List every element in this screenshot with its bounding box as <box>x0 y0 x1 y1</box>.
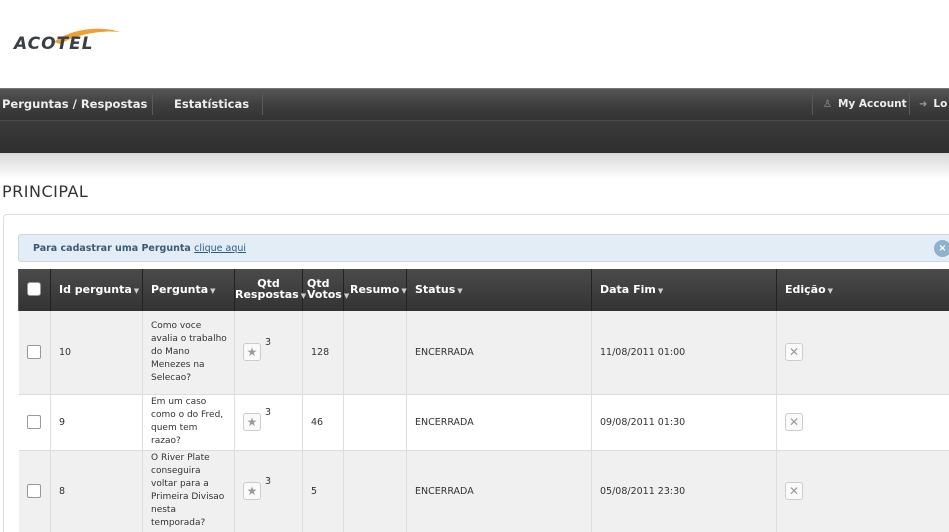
col-resumo-label: Resumo <box>350 282 400 296</box>
my-account-label: My Account <box>837 98 907 110</box>
cell-respostas: ★3 <box>234 311 303 395</box>
header-shadow <box>0 153 949 179</box>
col-data-fim-label: Data Fim <box>600 282 656 296</box>
cell-resumo <box>343 450 407 532</box>
delete-icon[interactable]: ✕ <box>785 413 803 431</box>
logo-text: ACOTEL <box>14 34 94 54</box>
cell-status: ENCERRADA <box>406 394 592 451</box>
questions-table: Id pergunta ▼ Pergunta ▼ Qtd Respostas ▼ Qtd… <box>18 269 949 532</box>
cell-id: 10 <box>50 311 143 395</box>
col-pergunta-label: Pergunta <box>151 282 209 296</box>
row-checkbox[interactable] <box>26 415 41 429</box>
cell-data-fim: 05/08/2011 23:30 <box>591 450 777 532</box>
sort-arrow-icon: ▼ <box>657 286 664 295</box>
col-qtd-respostas[interactable]: Qtd Respostas ▼ <box>234 269 307 311</box>
row-select-cell <box>18 450 51 532</box>
col-qtd-votos-line2: Votos <box>307 288 342 301</box>
table-row: 8 O River Plate conseguira voltar para a… <box>18 450 949 532</box>
star-icon[interactable]: ★ <box>243 413 261 431</box>
logout-link[interactable]: ➜ Lo <box>919 89 947 120</box>
cell-edicao: ✕ <box>776 450 949 532</box>
row-select-cell <box>18 311 51 395</box>
user-icon: ♙ <box>823 99 832 110</box>
table-row: 10 Como voce avalia o trabalho do Mano M… <box>18 311 949 395</box>
cell-pergunta: Como voce avalia o trabalho do Mano Mene… <box>142 311 235 395</box>
sort-arrow-icon: ▼ <box>300 292 307 300</box>
col-status[interactable]: Status ▼ <box>406 269 592 311</box>
col-qtd-votos[interactable]: Qtd Votos ▼ <box>302 269 349 311</box>
cell-id: 8 <box>50 450 143 532</box>
cell-edicao: ✕ <box>776 394 949 451</box>
notice-link[interactable]: clique aqui <box>194 243 246 254</box>
nav-separator <box>909 93 910 115</box>
info-notice: Para cadastrar uma Pergunta clique aqui <box>18 234 949 262</box>
sort-arrow-icon: ▼ <box>827 286 834 295</box>
cell-pergunta: O River Plate conseguira voltar para a P… <box>142 450 235 532</box>
col-edicao[interactable]: Edição ▼ <box>776 269 949 311</box>
cell-votos: 128 <box>302 311 344 395</box>
sort-arrow-icon: ▼ <box>343 292 350 300</box>
sort-arrow-icon: ▼ <box>133 286 140 295</box>
top-navbar: Perguntas / Respostas Estatísticas ♙ My A… <box>0 88 949 120</box>
cell-votos: 46 <box>302 394 344 451</box>
select-all-checkbox[interactable] <box>27 282 41 296</box>
nav-separator <box>812 93 813 115</box>
cell-resumo <box>343 394 407 451</box>
cell-respostas: ★3 <box>234 450 303 532</box>
my-account-link[interactable]: ♙ My Account <box>823 89 907 120</box>
respostas-count: 3 <box>265 407 272 418</box>
row-select-cell <box>18 394 51 451</box>
cell-id: 9 <box>50 394 143 451</box>
delete-icon[interactable]: ✕ <box>785 482 803 500</box>
cell-status: ENCERRADA <box>406 311 592 395</box>
acotel-logo: ACOTEL <box>14 26 124 56</box>
col-qtd-resp-line2: Respostas <box>235 288 299 301</box>
star-icon[interactable]: ★ <box>243 482 261 500</box>
sort-arrow-icon: ▼ <box>457 286 463 295</box>
page-title: PRINCIPAL <box>2 182 89 201</box>
cell-status: ENCERRADA <box>406 450 592 532</box>
cell-data-fim: 11/08/2011 01:00 <box>591 311 777 395</box>
sub-navbar <box>0 120 949 153</box>
respostas-count: 3 <box>265 476 272 487</box>
logout-label: Lo <box>933 98 948 110</box>
close-icon[interactable]: × <box>934 240 949 257</box>
col-id-label: Id pergunta <box>59 282 132 296</box>
row-checkbox[interactable] <box>26 484 41 498</box>
cell-data-fim: 09/08/2011 01:30 <box>591 394 777 451</box>
col-edicao-label: Edição <box>785 282 826 296</box>
table-header-row: Id pergunta ▼ Pergunta ▼ Qtd Respostas ▼ Qtd… <box>18 269 949 311</box>
logout-arrow-icon: ➜ <box>919 99 928 110</box>
col-data-fim[interactable]: Data Fim ▼ <box>591 269 777 311</box>
cell-respostas: ★3 <box>234 394 303 451</box>
row-checkbox[interactable] <box>26 345 41 360</box>
respostas-count: 3 <box>265 337 272 349</box>
star-icon[interactable]: ★ <box>243 343 261 362</box>
cell-pergunta: Em um caso como o do Fred, quem tem raza… <box>142 394 235 451</box>
select-all-header <box>18 269 51 311</box>
col-id-pergunta[interactable]: Id pergunta ▼ <box>50 269 143 311</box>
col-resumo[interactable]: Resumo ▼ <box>343 269 407 311</box>
nav-perguntas-respostas[interactable]: Perguntas / Respostas <box>2 89 147 120</box>
col-status-label: Status <box>415 282 456 296</box>
nav-separator <box>262 93 263 115</box>
sort-arrow-icon: ▼ <box>401 286 407 295</box>
nav-separator <box>152 93 153 115</box>
delete-icon[interactable]: ✕ <box>785 343 803 362</box>
cell-votos: 5 <box>302 450 344 532</box>
cell-resumo <box>343 311 407 395</box>
sort-arrow-icon: ▼ <box>210 286 216 295</box>
cell-edicao: ✕ <box>776 311 949 395</box>
table-row: 9 Em um caso como o do Fred, quem tem ra… <box>18 394 949 451</box>
col-pergunta[interactable]: Pergunta ▼ <box>142 269 235 311</box>
notice-text: Para cadastrar uma Pergunta <box>33 243 191 254</box>
nav-estatisticas[interactable]: Estatísticas <box>174 89 249 120</box>
